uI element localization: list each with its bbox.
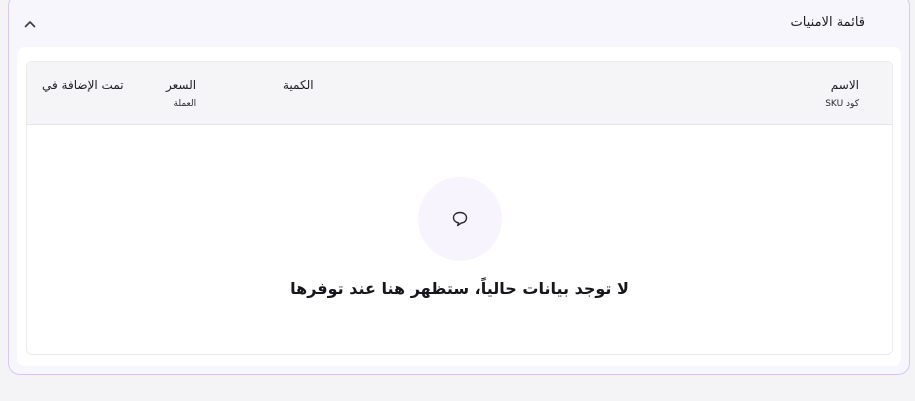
column-quantity[interactable]: الكمية (283, 78, 314, 92)
table-header: الاسم كود SKU الكمية السعر العملة تمت ال… (27, 62, 892, 125)
wishlist-table: الاسم كود SKU الكمية السعر العملة تمت ال… (26, 61, 893, 355)
column-name[interactable]: الاسم كود SKU (825, 78, 859, 109)
chevron-up-icon (24, 21, 36, 28)
column-name-label: الاسم (830, 78, 859, 92)
card-header[interactable]: قائمة الامنيات (9, 1, 909, 43)
column-currency-label: العملة (173, 99, 197, 109)
card-title: قائمة الامنيات (790, 15, 865, 30)
column-quantity-label: الكمية (283, 78, 314, 92)
empty-state-icon-circle (418, 177, 502, 261)
message-bubble-icon (452, 211, 468, 227)
column-price-label: السعر (166, 78, 197, 92)
column-added-at-label: تمت الإضافة في (42, 78, 124, 92)
column-added-at[interactable]: تمت الإضافة في (42, 78, 124, 92)
column-price[interactable]: السعر العملة (166, 78, 196, 109)
column-sku-label: كود SKU (825, 99, 859, 109)
collapse-button[interactable] (21, 15, 39, 33)
empty-state-message: لا توجد بيانات حالياً، ستظهر هنا عند توف… (290, 279, 629, 298)
wishlist-card: قائمة الامنيات الاسم كود SKU الكمية السع… (8, 0, 910, 375)
